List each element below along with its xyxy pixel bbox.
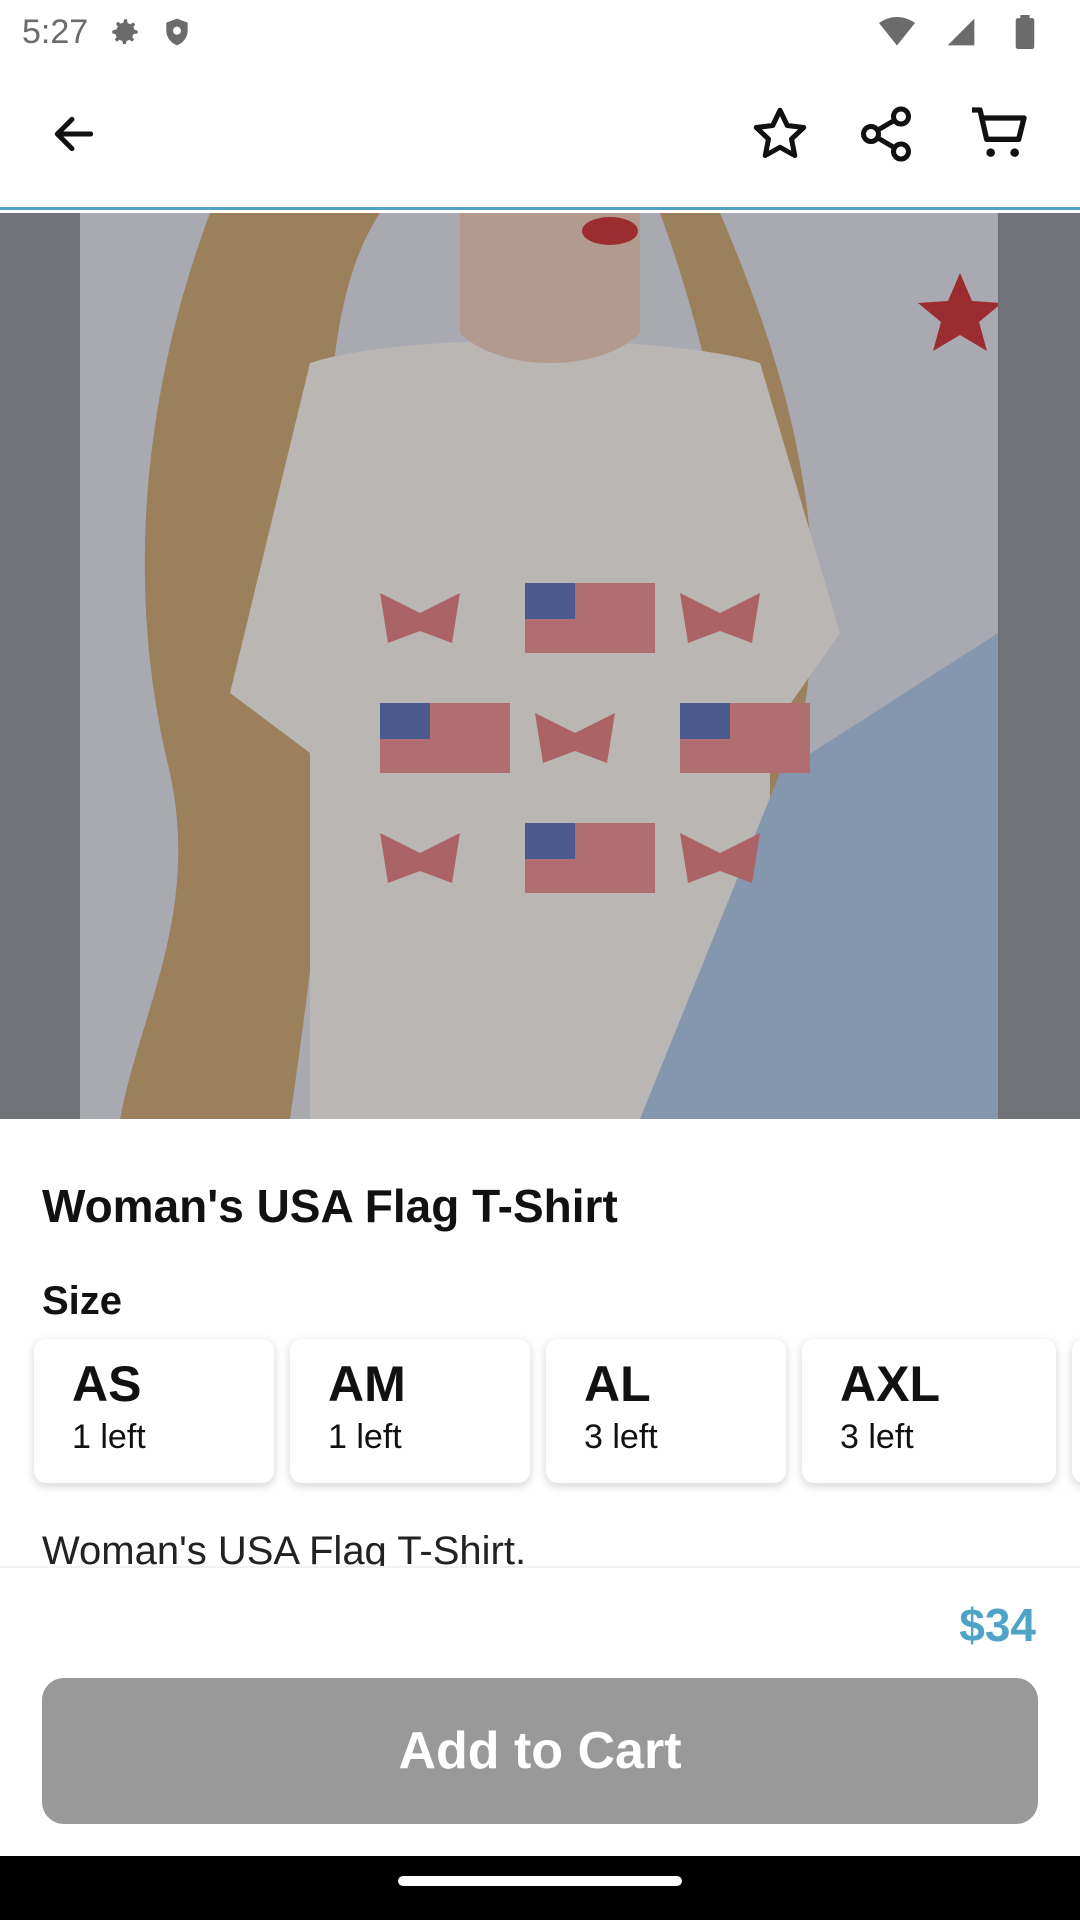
share-icon [856,104,916,169]
status-time: 5:27 [22,12,89,51]
cart-button[interactable] [960,96,1040,176]
size-option-al[interactable]: AL 3 left [546,1339,786,1483]
size-options: AS 1 left AM 1 left AL 3 left AXL 3 left [34,1339,1080,1485]
home-indicator[interactable] [398,1876,682,1886]
star-icon [750,104,810,169]
size-name: AL [584,1356,651,1412]
purchase-footer: $34 Add to Cart [0,1566,1080,1856]
favorite-button[interactable] [740,96,820,176]
product-detail-sheet: Woman's USA Flag T-Shirt Size AS 1 left … [0,1119,1080,1569]
size-label: Size [42,1279,123,1323]
size-option-am[interactable]: AM 1 left [290,1339,530,1483]
product-price: $34 [959,1599,1036,1651]
size-name: AS [72,1356,142,1412]
size-stock: 1 left [328,1418,402,1456]
cart-icon [968,102,1032,171]
size-stock: 3 left [840,1418,914,1456]
signal-icon [942,13,980,51]
app-bar [0,64,1080,210]
back-arrow-icon [49,109,99,164]
share-button[interactable] [846,96,926,176]
size-name: AXL [840,1356,940,1412]
gear-icon [106,13,144,51]
system-nav-bar [0,1856,1080,1920]
size-stock: 1 left [72,1418,146,1456]
size-option-as[interactable]: AS 1 left [34,1339,274,1483]
size-name: AM [328,1356,406,1412]
product-title: Woman's USA Flag T-Shirt [42,1180,618,1232]
product-image-backdrop [0,213,1080,1119]
size-stock: 3 left [584,1418,658,1456]
shield-icon [158,13,196,51]
size-option-next-partial[interactable] [1072,1339,1080,1483]
product-description: Woman's USA Flag T-Shirt. [42,1529,527,1569]
battery-icon [1006,13,1044,51]
image-dim-overlay [0,213,1080,1119]
wifi-icon [878,13,916,51]
size-option-axl[interactable]: AXL 3 left [802,1339,1056,1483]
add-to-cart-button[interactable]: Add to Cart [42,1678,1038,1824]
status-bar: 5:27 [0,0,1080,64]
back-button[interactable] [34,96,114,176]
